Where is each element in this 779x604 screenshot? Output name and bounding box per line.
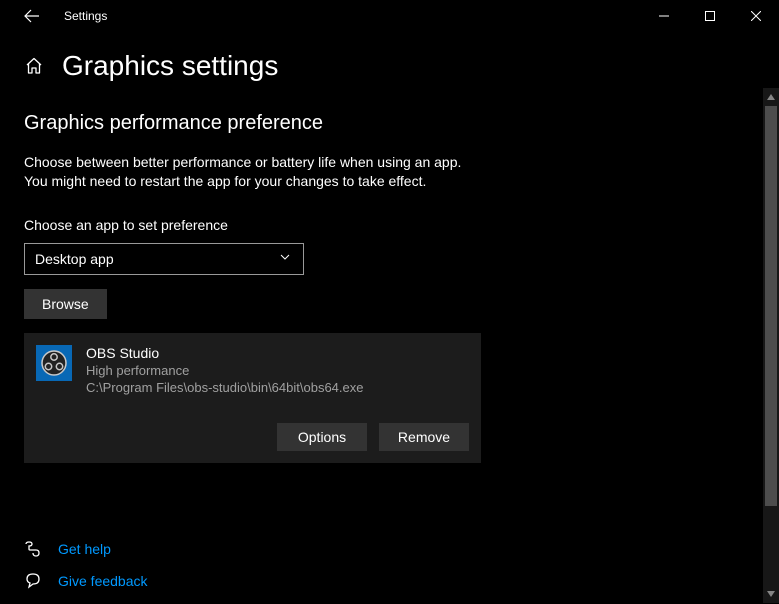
browse-button[interactable]: Browse [24,289,107,319]
dropdown-value: Desktop app [35,251,279,267]
content-area: Graphics settings Graphics performance p… [0,32,779,463]
get-help-link[interactable]: Get help [58,541,111,557]
app-performance: High performance [86,363,363,378]
app-icon [36,345,72,381]
section-title: Graphics performance preference [24,112,755,135]
minimize-button[interactable] [641,0,687,32]
window-title: Settings [64,9,107,23]
section-description: Choose between better performance or bat… [24,153,755,191]
remove-button[interactable]: Remove [379,423,469,451]
close-icon [751,11,761,21]
app-info: OBS Studio High performance C:\Program F… [36,345,469,395]
titlebar: Settings [0,0,779,32]
scroll-thumb[interactable] [765,106,777,506]
page-header: Graphics settings [24,50,755,82]
chevron-down-icon [279,250,291,268]
help-icon [24,540,42,558]
back-arrow-icon [24,8,40,24]
back-button[interactable] [16,0,48,32]
dropdown-label: Choose an app to set preference [24,217,755,233]
maximize-icon [705,11,715,21]
app-type-dropdown[interactable]: Desktop app [24,243,304,275]
minimize-icon [659,11,669,21]
scroll-up-arrow[interactable] [763,88,779,106]
give-feedback-link[interactable]: Give feedback [58,573,148,589]
options-button[interactable]: Options [277,423,367,451]
home-icon[interactable] [24,56,44,76]
app-path: C:\Program Files\obs-studio\bin\64bit\ob… [86,380,363,395]
description-line2: You might need to restart the app for yo… [24,173,426,189]
scroll-down-arrow[interactable] [763,585,779,603]
app-actions: Options Remove [36,423,469,451]
page-title: Graphics settings [62,50,278,82]
maximize-button[interactable] [687,0,733,32]
app-details: OBS Studio High performance C:\Program F… [86,345,363,395]
feedback-link-row: Give feedback [24,572,148,590]
feedback-icon [24,572,42,590]
obs-icon [40,349,68,377]
help-link-row: Get help [24,540,148,558]
close-button[interactable] [733,0,779,32]
footer-links: Get help Give feedback [24,540,148,604]
scrollbar[interactable] [763,88,779,603]
description-line1: Choose between better performance or bat… [24,154,461,170]
window-controls [641,0,779,32]
app-name: OBS Studio [86,345,363,361]
app-card: OBS Studio High performance C:\Program F… [24,333,481,463]
